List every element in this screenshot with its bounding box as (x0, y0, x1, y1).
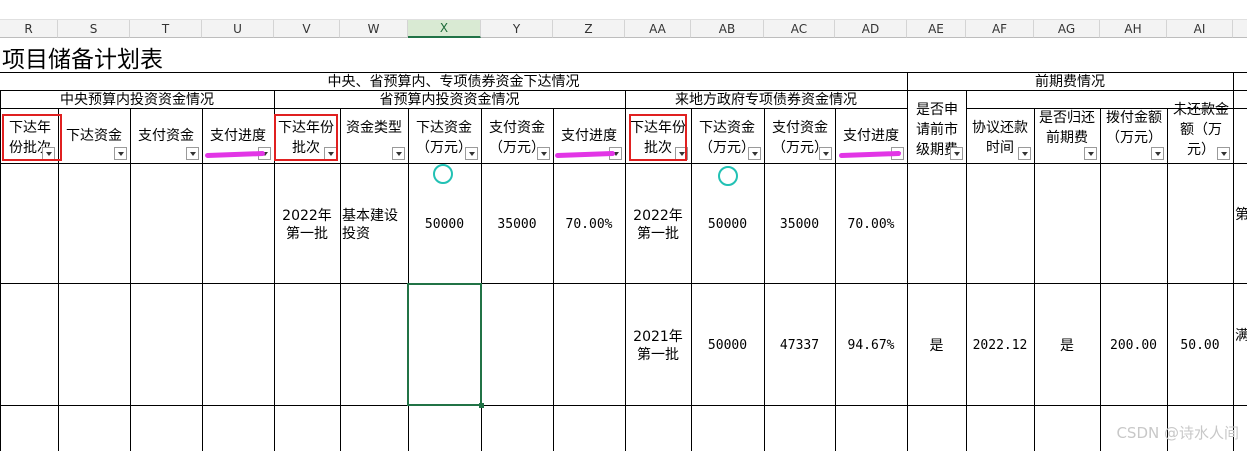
annotation-red-box (274, 114, 338, 161)
cell-Y-row1[interactable]: 35000 (481, 215, 553, 235)
column-header-AD[interactable]: AD (835, 20, 907, 38)
cell-edge-row1[interactable]: 第 (1235, 205, 1247, 225)
group-header-central: 中央预算内投资资金情况 (60, 91, 214, 108)
annotation-cyan-circle (718, 166, 738, 186)
filter-dropdown-icon[interactable] (819, 147, 832, 160)
cell-W-row1[interactable]: 基本建设投资 (342, 205, 406, 245)
field-header-T: 支付资金 (138, 128, 194, 144)
fill-handle[interactable] (479, 403, 484, 408)
cell-AI-row2[interactable]: 50.00 (1167, 336, 1233, 356)
border-line (764, 108, 765, 451)
annotation-red-box (2, 114, 62, 161)
cell-AA-row1[interactable]: 2022年第一批 (627, 205, 689, 245)
border-line (1034, 108, 1035, 451)
border-line (340, 108, 341, 451)
filter-dropdown-icon[interactable] (392, 147, 405, 160)
border-line (1167, 108, 1168, 451)
border-line (966, 90, 967, 451)
cell-AD-row1[interactable]: 70.00% (835, 215, 907, 235)
column-header-AF[interactable]: AF (966, 20, 1034, 38)
column-header-T[interactable]: T (130, 20, 202, 38)
column-header-S[interactable]: S (58, 20, 130, 38)
cell-Z-row1[interactable]: 70.00% (553, 215, 625, 235)
filter-dropdown-icon[interactable] (1151, 147, 1164, 160)
border-line (553, 108, 554, 451)
border-line (907, 72, 908, 451)
border-line (1233, 72, 1234, 451)
field-header-Z: 支付进度 (561, 128, 617, 144)
border-line (625, 90, 626, 451)
annotation-red-box (629, 114, 687, 161)
group-header-local-bond: 来地方政府专项债券资金情况 (675, 91, 857, 108)
column-header-overflow (1233, 20, 1247, 38)
group-header-preliminary: 前期费情况 (1035, 73, 1105, 90)
cell-AH-row2[interactable]: 200.00 (1100, 336, 1167, 356)
cell-AE-row2[interactable]: 是 (907, 336, 966, 356)
filter-dropdown-icon[interactable] (114, 147, 127, 160)
formula-bar-strip (0, 0, 1247, 20)
filter-dropdown-icon[interactable] (1084, 147, 1097, 160)
filter-dropdown-icon[interactable] (1217, 147, 1230, 160)
cell-AG-row2[interactable]: 是 (1034, 336, 1100, 356)
column-header-AB[interactable]: AB (691, 20, 764, 38)
filter-dropdown-icon[interactable] (537, 147, 550, 160)
border-line (691, 108, 692, 451)
group-header-provincial: 省预算内投资资金情况 (379, 91, 520, 108)
column-header-AI[interactable]: AI (1167, 20, 1233, 38)
column-header-Y[interactable]: Y (481, 20, 553, 38)
filter-dropdown-icon[interactable] (186, 147, 199, 160)
cell-AB-row1[interactable]: 50000 (691, 215, 764, 235)
filter-dropdown-icon[interactable] (748, 147, 761, 160)
cell-AF-row2[interactable]: 2022.12 (966, 336, 1034, 356)
cell-edge-row2[interactable]: 满 (1235, 326, 1247, 346)
border-line (0, 283, 1247, 284)
column-header-AG[interactable]: AG (1034, 20, 1100, 38)
border-line (1100, 108, 1101, 451)
border-line (0, 90, 1, 451)
column-header-AE[interactable]: AE (907, 20, 966, 38)
column-header-U[interactable]: U (202, 20, 274, 38)
selected-cell[interactable] (407, 283, 482, 406)
cell-X-row1[interactable]: 50000 (408, 215, 481, 235)
border-line (202, 108, 203, 451)
field-header-U: 支付进度 (210, 128, 266, 144)
column-header-W[interactable]: W (340, 20, 408, 38)
column-header-Z[interactable]: Z (553, 20, 625, 38)
annotation-cyan-circle (433, 164, 453, 184)
cell-AC-row2[interactable]: 47337 (764, 336, 835, 356)
column-header-AA[interactable]: AA (625, 20, 691, 38)
column-header-AC[interactable]: AC (764, 20, 835, 38)
column-header-R[interactable]: R (0, 20, 58, 38)
watermark: CSDN @诗水人间 (1116, 424, 1239, 442)
column-header-AH[interactable]: AH (1100, 20, 1167, 38)
cell-AA-row2[interactable]: 2021年第一批 (627, 326, 689, 366)
column-header-V[interactable]: V (274, 20, 340, 38)
column-header-X[interactable]: X (408, 20, 481, 38)
border-line (0, 405, 1247, 406)
annotation-pink-underline (204, 150, 266, 159)
cell-AC-row1[interactable]: 35000 (764, 215, 835, 235)
field-header-AD: 支付进度 (843, 128, 899, 144)
field-header-S: 下达资金 (66, 128, 122, 144)
border-line (130, 108, 131, 451)
cell-V-row1[interactable]: 2022年第一批 (276, 205, 338, 245)
cell-AD-row2[interactable]: 94.67% (835, 336, 907, 356)
group-header-main: 中央、省预算内、专项债券资金下达情况 (327, 73, 580, 90)
border-line (835, 108, 836, 451)
cell-AB-row2[interactable]: 50000 (691, 336, 764, 356)
filter-dropdown-icon[interactable] (1018, 147, 1031, 160)
sheet-title: 项目储备计划表 (2, 47, 163, 73)
filter-dropdown-icon[interactable] (465, 147, 478, 160)
border-line (0, 108, 907, 109)
annotation-pink-underline (554, 150, 616, 159)
border-line (0, 163, 1247, 164)
filter-dropdown-icon[interactable] (950, 147, 963, 160)
